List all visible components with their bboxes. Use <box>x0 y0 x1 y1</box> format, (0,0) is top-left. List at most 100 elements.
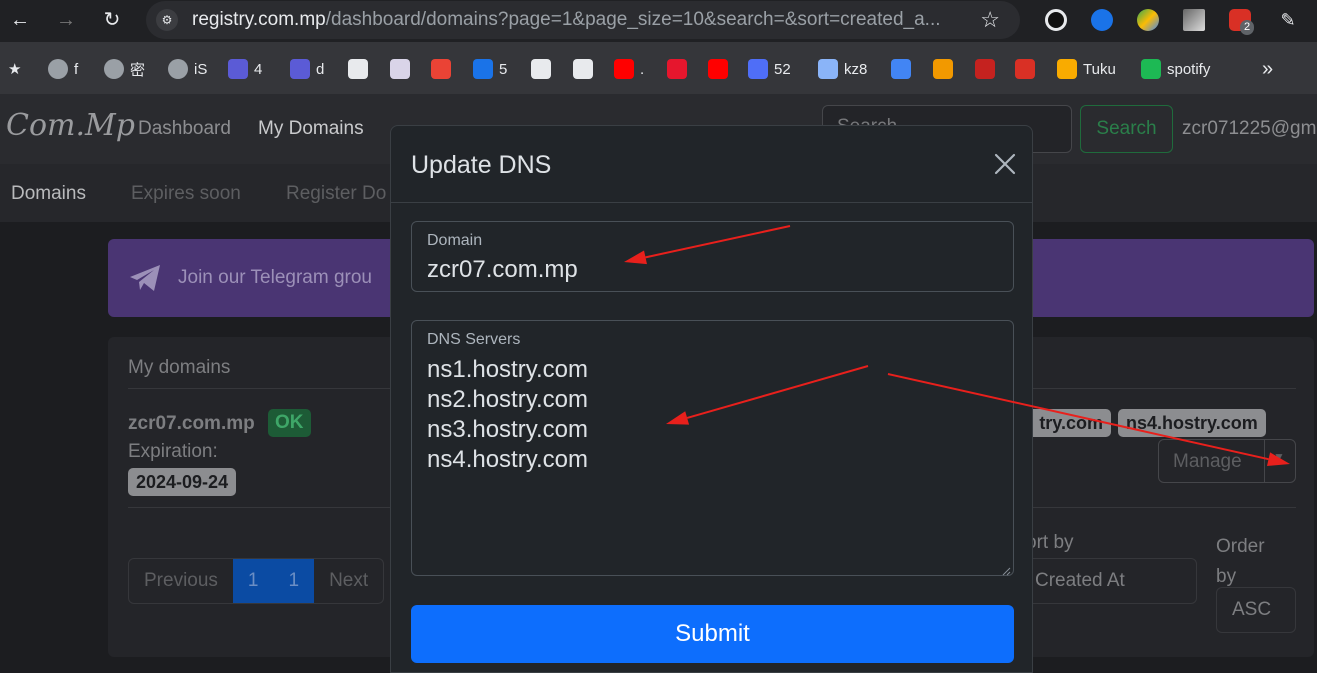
bookmarks-bar: ★ f 密 iS 4 d 5. 52 kz8 Tuku spotify » <box>0 42 1317 94</box>
pagination-next[interactable]: Next <box>314 559 383 603</box>
gmail-icon <box>431 59 451 79</box>
bookmark-item[interactable] <box>431 58 457 80</box>
bookmark-item[interactable]: d <box>290 58 324 80</box>
extension-square-icon[interactable] <box>1183 9 1205 31</box>
bookmark-label: . <box>640 60 645 78</box>
youtube-icon <box>614 59 634 79</box>
bookmark-item[interactable] <box>573 58 599 80</box>
address-bar[interactable]: ⚙ registry.com.mp/dashboard/domains?page… <box>146 1 1020 39</box>
url-text[interactable]: registry.com.mp/dashboard/domains?page=1… <box>192 9 972 31</box>
bookmark-item[interactable]: . <box>614 58 644 80</box>
url-host: registry.com.mp <box>192 9 326 30</box>
extensions-puzzle-icon[interactable]: ✎ <box>1274 6 1302 34</box>
resize-handle-icon[interactable] <box>1001 563 1011 576</box>
spotify-icon <box>1141 59 1161 79</box>
reload-icon[interactable]: ↻ <box>98 6 126 34</box>
bookmark-item[interactable]: kz8 <box>818 58 867 80</box>
bookmark-item[interactable] <box>975 58 1001 80</box>
forward-arrow-icon[interactable]: → <box>52 6 80 34</box>
bookmark-label: kz8 <box>844 60 868 78</box>
divider <box>391 202 1032 203</box>
user-menu[interactable]: zcr071225@gm <box>1182 118 1316 140</box>
pagination-previous[interactable]: Previous <box>129 559 233 603</box>
bookmark-label: iS <box>194 60 208 78</box>
sort-by-select[interactable]: Created At <box>1020 558 1197 604</box>
bookmark-item[interactable] <box>390 58 416 80</box>
globe-icon <box>48 59 68 79</box>
bookmark-item[interactable] <box>933 58 959 80</box>
bookmark-star-icon[interactable]: ☆ <box>980 7 1000 33</box>
caret-down-icon[interactable]: ▼ <box>1273 450 1285 464</box>
bookmark-item[interactable] <box>667 58 693 80</box>
pagination-page[interactable]: 1 <box>273 559 315 603</box>
bookmark-item[interactable]: Tuku <box>1057 58 1116 80</box>
more-bookmarks-icon[interactable]: » <box>1262 58 1273 80</box>
bookmark-item[interactable]: 密 <box>104 58 145 80</box>
bookmark-item[interactable]: 4 <box>228 58 262 80</box>
back-arrow-icon[interactable]: ← <box>6 6 34 34</box>
bookmark-item[interactable] <box>531 58 557 80</box>
domain-field-value[interactable]: zcr07.com.mp <box>427 256 578 284</box>
nav-my-domains[interactable]: My Domains <box>258 118 364 140</box>
extension-triangle-icon[interactable] <box>1091 9 1113 31</box>
github-icon <box>531 59 551 79</box>
extension-circle-icon[interactable] <box>1045 9 1067 31</box>
bookmark-label: 4 <box>254 60 263 78</box>
order-by-select[interactable]: ASC <box>1216 587 1296 633</box>
bookmark-item[interactable]: f <box>48 58 78 80</box>
bookmark-item[interactable]: 5 <box>473 58 507 80</box>
bookmark-label: 5 <box>499 60 508 78</box>
modal-title: Update DNS <box>411 151 552 179</box>
bookmark-item[interactable] <box>708 58 734 80</box>
update-dns-modal: Update DNS Domain zcr07.com.mp DNS Serve… <box>390 125 1033 673</box>
dns-servers-value[interactable]: ns1.hostry.com ns2.hostry.com ns3.hostry… <box>427 355 588 475</box>
bookmark-label: d <box>316 60 325 78</box>
bookmark-label: f <box>74 60 79 78</box>
ghost-icon <box>290 59 310 79</box>
search-button[interactable]: Search <box>1080 105 1173 153</box>
orange-icon <box>933 59 953 79</box>
terminal-icon <box>390 59 410 79</box>
dns-servers-label: DNS Servers <box>427 331 521 348</box>
dns-server-line: ns1.hostry.com <box>427 356 588 383</box>
domain-name[interactable]: zcr07.com.mp <box>128 413 255 435</box>
expiration-date-badge: 2024-09-24 <box>128 468 237 496</box>
bookmark-label: spotify <box>1167 60 1211 78</box>
bookmark-label: Tuku <box>1083 60 1116 78</box>
tab-register-domain[interactable]: Register Do <box>286 183 386 205</box>
card-title: My domains <box>128 357 231 378</box>
status-badge: OK <box>268 409 311 437</box>
pagination-page[interactable]: 1 <box>232 559 274 603</box>
bookmark-label: 密 <box>130 61 146 79</box>
dns-server-line: ns4.hostry.com <box>427 446 588 473</box>
nav-dashboard[interactable]: Dashboard <box>138 118 231 140</box>
telegram-icon <box>128 263 162 301</box>
globe-icon <box>168 59 188 79</box>
bookmark-item[interactable]: 52 <box>748 58 791 80</box>
manage-button[interactable]: Manage <box>1173 451 1242 473</box>
dns-servers-textarea[interactable]: DNS Servers ns1.hostry.com ns2.hostry.co… <box>411 320 1014 576</box>
tab-domains[interactable]: Domains <box>11 183 86 205</box>
tab-expires-soon[interactable]: Expires soon <box>131 183 241 205</box>
google-icon <box>573 59 593 79</box>
bookmark-item[interactable] <box>348 58 374 80</box>
bookmark-item[interactable] <box>1015 58 1041 80</box>
divider <box>1264 440 1265 482</box>
weibo-icon <box>667 59 687 79</box>
bookmark-star-icon[interactable]: ★ <box>8 58 21 80</box>
youtube-icon <box>708 59 728 79</box>
bookmark-item[interactable] <box>891 58 917 80</box>
extension-edge-icon[interactable] <box>1137 9 1159 31</box>
dns-server-line: ns3.hostry.com <box>427 416 588 443</box>
app-icon <box>748 59 768 79</box>
bookmark-item[interactable]: spotify <box>1141 58 1210 80</box>
cloud-icon <box>891 59 911 79</box>
site-settings-icon[interactable]: ⚙ <box>156 9 178 31</box>
site-logo[interactable]: Com.Mp <box>6 108 135 143</box>
manage-dropdown[interactable]: Manage ▼ <box>1158 439 1296 483</box>
bookmark-item[interactable]: iS <box>168 58 207 80</box>
submit-button[interactable]: Submit <box>411 605 1014 663</box>
domain-field[interactable]: Domain zcr07.com.mp <box>411 221 1014 292</box>
onedrive-icon <box>473 59 493 79</box>
close-icon[interactable] <box>991 150 1019 178</box>
